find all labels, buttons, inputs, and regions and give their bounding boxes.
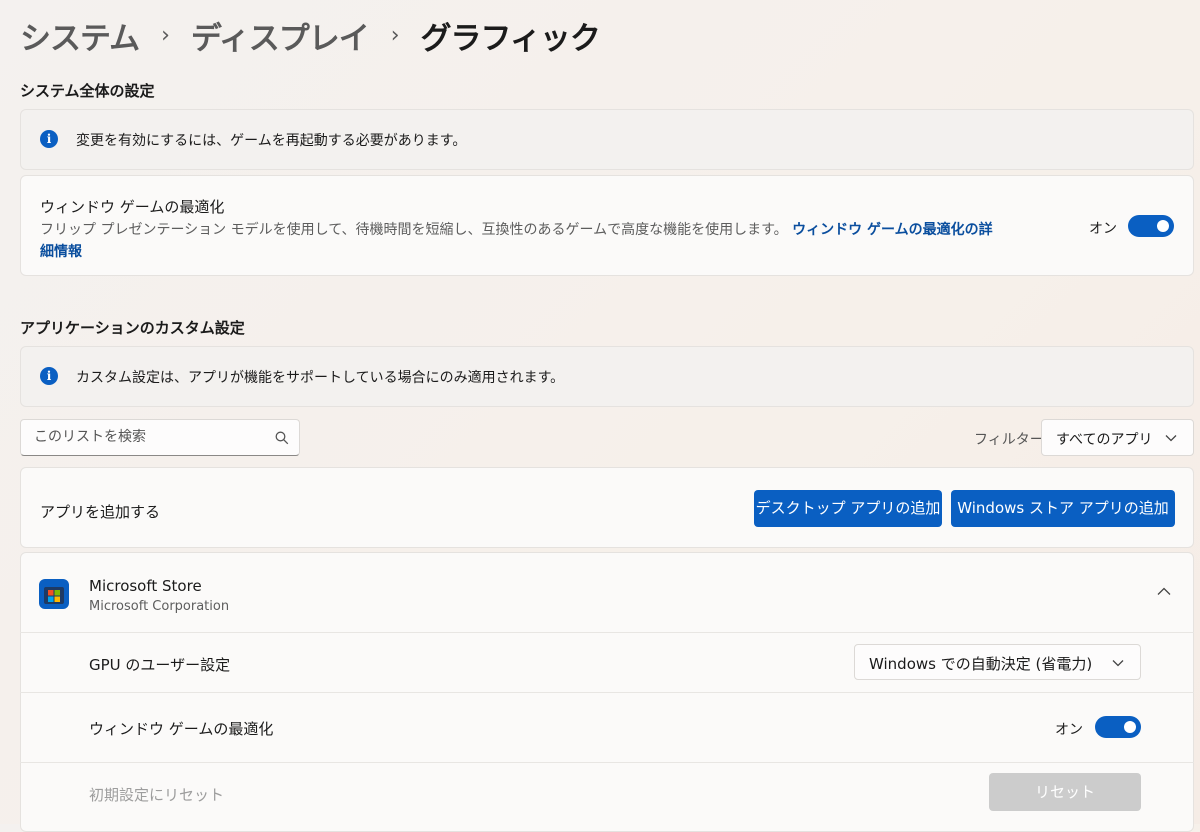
add-store-app-button[interactable]: Windows ストア アプリの追加 xyxy=(951,490,1175,527)
toggle-knob xyxy=(1124,721,1136,733)
windowed-optimization-title: ウィンドウ ゲームの最適化 xyxy=(40,198,225,216)
app-section-title: アプリケーションのカスタム設定 xyxy=(20,319,245,337)
add-app-label: アプリを追加する xyxy=(40,503,161,521)
filter-dropdown[interactable]: すべてのアプリ xyxy=(1041,419,1194,456)
windowed-optimization-description: フリップ プレゼンテーション モデルを使用して、待機時間を短縮し、互換性のあるゲ… xyxy=(40,219,993,239)
filter-label: フィルター: xyxy=(974,432,1049,448)
description-text: フリップ プレゼンテーション モデルを使用して、待機時間を短縮し、互換性のあるゲ… xyxy=(40,222,788,238)
chevron-down-icon xyxy=(1165,435,1177,442)
app-info-bar: i カスタム設定は、アプリが機能をサポートしている場合にのみ適用されます。 xyxy=(20,346,1194,407)
breadcrumb-chevron-icon: › xyxy=(390,22,400,48)
divider xyxy=(20,692,1194,693)
system-section-title: システム全体の設定 xyxy=(20,82,155,100)
add-desktop-app-button[interactable]: デスクトップ アプリの追加 xyxy=(754,490,942,527)
gpu-preference-dropdown[interactable]: Windows での自動決定 (省電力) xyxy=(854,644,1141,680)
reset-label: 初期設定にリセット xyxy=(89,786,225,804)
breadcrumb: システム › ディスプレイ › グラフィック xyxy=(20,10,601,60)
learn-more-link[interactable]: ウィンドウ ゲームの最適化の詳 xyxy=(792,222,992,238)
search-box xyxy=(20,419,300,456)
windowed-optimization-toggle[interactable] xyxy=(1128,215,1174,237)
chevron-up-icon[interactable] xyxy=(1157,587,1171,596)
breadcrumb-system[interactable]: システム xyxy=(20,13,140,58)
breadcrumb-chevron-icon: › xyxy=(161,22,170,48)
toggle-knob xyxy=(1157,220,1169,232)
gpu-preference-value: Windows での自動決定 (省電力) xyxy=(869,655,1093,673)
divider xyxy=(20,762,1194,763)
app-info-text: カスタム設定は、アプリが機能をサポートしている場合にのみ適用されます。 xyxy=(76,370,565,386)
page-title: グラフィック xyxy=(420,20,601,57)
filter-value: すべてのアプリ xyxy=(1056,432,1153,448)
chevron-down-icon xyxy=(1112,660,1124,667)
microsoft-store-icon xyxy=(39,579,69,609)
info-icon: i xyxy=(40,367,58,385)
app-windowed-optimization-toggle[interactable] xyxy=(1095,716,1141,738)
app-toggle-state-label: オン xyxy=(1055,722,1083,738)
windowed-optimization-card: ウィンドウ ゲームの最適化 フリップ プレゼンテーション モデルを使用して、待機… xyxy=(20,175,1194,276)
divider xyxy=(20,632,1194,633)
learn-more-link-cont[interactable]: 細情報 xyxy=(40,241,82,261)
app-windowed-optimization-label: ウィンドウ ゲームの最適化 xyxy=(89,720,274,738)
system-info-text: 変更を有効にするには、ゲームを再起動する必要があります。 xyxy=(76,133,467,149)
toggle-state-label: オン xyxy=(1089,221,1117,237)
reset-button[interactable]: リセット xyxy=(989,773,1141,811)
app-publisher: Microsoft Corporation xyxy=(89,599,230,614)
gpu-preference-label: GPU のユーザー設定 xyxy=(89,656,231,674)
system-info-bar: i 変更を有効にするには、ゲームを再起動する必要があります。 xyxy=(20,109,1194,170)
info-icon: i xyxy=(40,130,58,148)
search-icon[interactable] xyxy=(275,431,289,445)
app-name: Microsoft Store xyxy=(89,577,202,595)
breadcrumb-display[interactable]: ディスプレイ xyxy=(191,13,370,58)
search-input[interactable] xyxy=(32,428,266,446)
add-app-card: アプリを追加する デスクトップ アプリの追加 Windows ストア アプリの追… xyxy=(20,467,1194,548)
